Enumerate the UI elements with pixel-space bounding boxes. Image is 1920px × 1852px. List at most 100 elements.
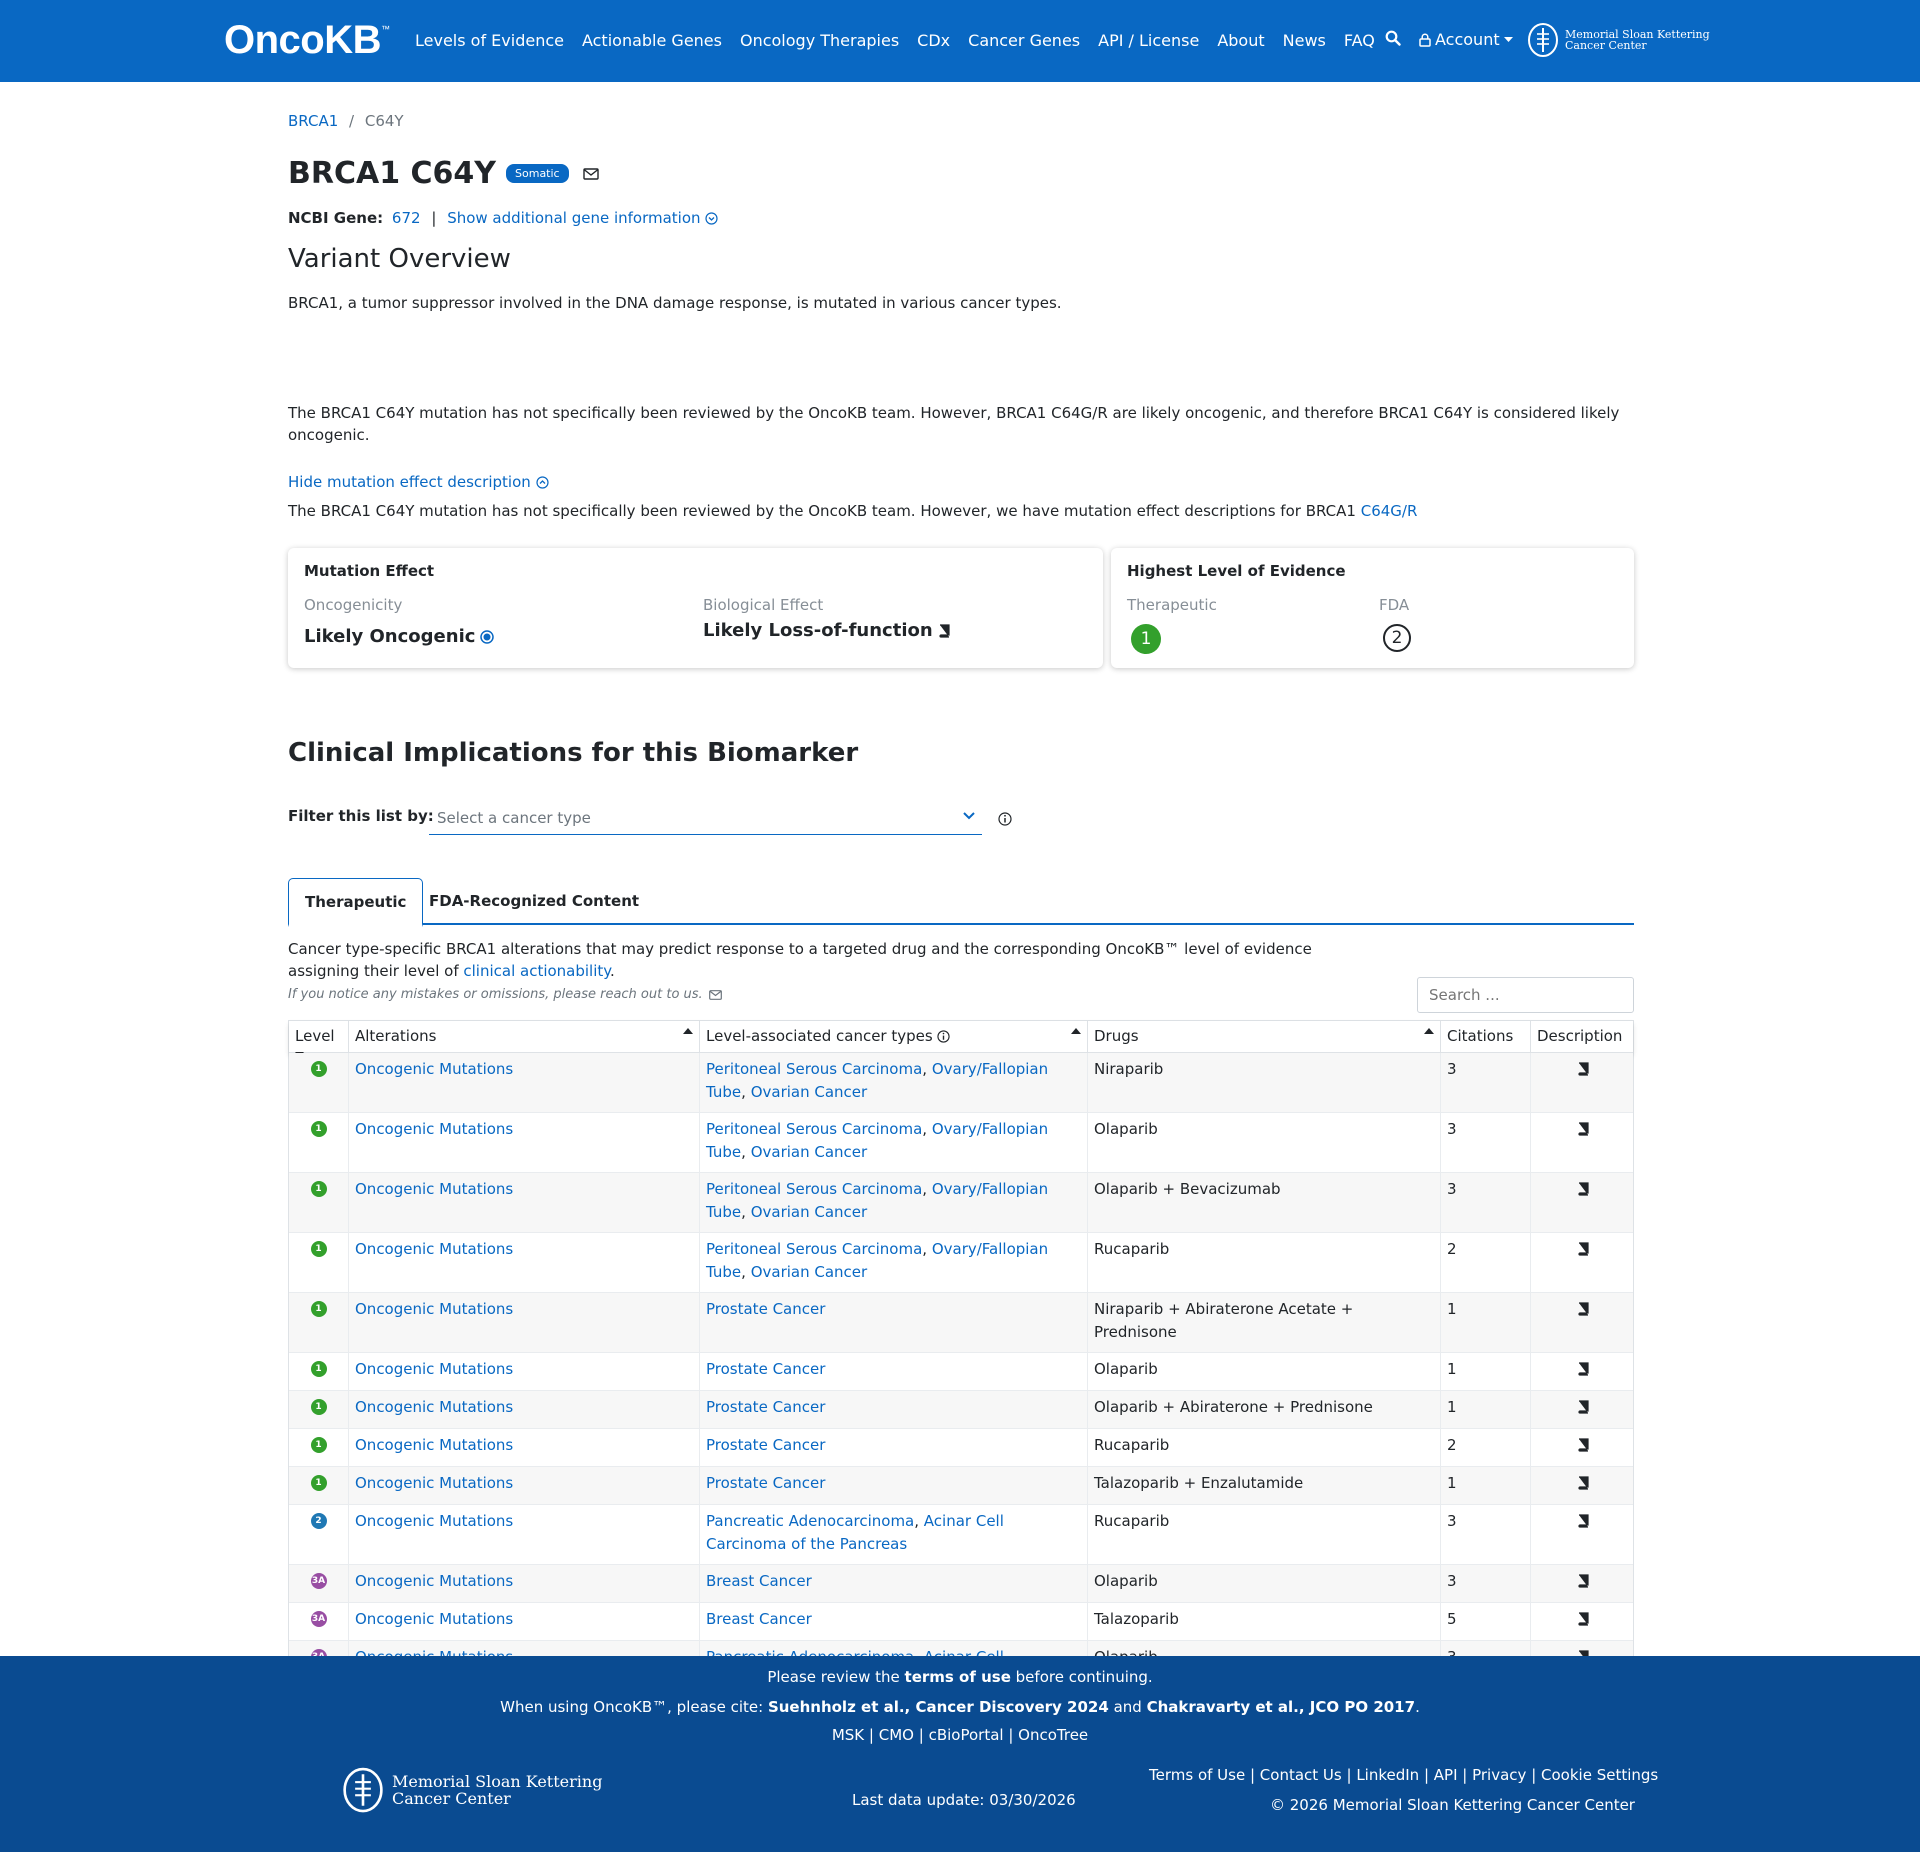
info-icon[interactable] [998,812,1012,826]
book-icon[interactable] [1577,1182,1589,1196]
book-icon[interactable] [938,623,950,638]
footer-api-link[interactable]: API [1434,1766,1458,1784]
footer-terms-link[interactable]: Terms of Use [1149,1766,1245,1784]
cancer-type-select[interactable]: Select a cancer type [429,801,982,835]
msk-logo[interactable]: Memorial Sloan Kettering Cancer Center [1527,22,1710,58]
nav-oncology-therapies[interactable]: Oncology Therapies [740,31,899,50]
cancer-type-link[interactable]: Prostate Cancer [706,1300,825,1318]
th-alterations[interactable]: Alterations [349,1021,700,1053]
cancer-type-link[interactable]: Ovarian Cancer [751,1083,868,1101]
level-3a-icon[interactable]: 3A [310,1573,327,1589]
envelope-icon[interactable] [708,989,722,1000]
nav-about[interactable]: About [1217,31,1264,50]
book-icon[interactable] [1577,1514,1589,1528]
alteration-link[interactable]: Oncogenic Mutations [355,1240,513,1258]
hide-mutation-effect-link[interactable]: Hide mutation effect description [288,473,549,491]
th-drugs[interactable]: Drugs [1088,1021,1441,1053]
level-1-icon[interactable]: 1 [310,1121,327,1137]
c64gr-link[interactable]: C64G/R [1361,502,1418,520]
cancer-type-link[interactable]: Ovarian Cancer [751,1263,868,1281]
cancer-type-link[interactable]: Prostate Cancer [706,1474,825,1492]
level-1-icon[interactable]: 1 [310,1399,327,1415]
footer-link-cmo[interactable]: CMO [879,1726,914,1744]
cancer-type-link[interactable]: Peritoneal Serous Carcinoma [706,1180,922,1198]
book-icon[interactable] [1577,1362,1589,1376]
cancer-type-link[interactable]: Prostate Cancer [706,1436,825,1454]
level-3a-icon[interactable]: 3A [310,1611,327,1627]
info-icon[interactable] [937,1030,951,1043]
envelope-icon[interactable] [582,167,599,180]
nav-cdx[interactable]: CDx [917,31,950,50]
book-icon[interactable] [1577,1438,1589,1452]
footer-link-oncotree[interactable]: OncoTree [1018,1726,1088,1744]
footer-contact-link[interactable]: Contact Us [1260,1766,1342,1784]
footer-linkedin-link[interactable]: LinkedIn [1356,1766,1419,1784]
footer-link-msk[interactable]: MSK [832,1726,864,1744]
show-gene-info-link[interactable]: Show additional gene information [447,209,718,227]
tab-fda-recognized-content[interactable]: FDA-Recognized Content [413,878,655,925]
cancer-type-link[interactable]: Breast Cancer [706,1572,812,1590]
book-icon[interactable] [1577,1612,1589,1626]
cancer-type-link[interactable]: Peritoneal Serous Carcinoma [706,1060,922,1078]
clinical-actionability-link[interactable]: clinical actionability [463,962,610,980]
level-1-icon[interactable]: 1 [310,1437,327,1453]
book-icon[interactable] [1577,1302,1589,1316]
level-1-icon[interactable]: 1 [310,1241,327,1257]
alteration-link[interactable]: Oncogenic Mutations [355,1398,513,1416]
nav-faq[interactable]: FAQ [1344,31,1375,50]
account-menu[interactable]: Account [1419,30,1513,49]
alteration-link[interactable]: Oncogenic Mutations [355,1436,513,1454]
level-1-icon[interactable]: 1 [310,1061,327,1077]
footer-privacy-link[interactable]: Privacy [1472,1766,1526,1784]
footer-cookie-settings-link[interactable]: Cookie Settings [1541,1766,1658,1784]
cancer-type-link[interactable]: Prostate Cancer [706,1398,825,1416]
search-icon[interactable] [1385,30,1401,46]
level-2-icon[interactable]: 2 [310,1513,327,1529]
alteration-link[interactable]: Oncogenic Mutations [355,1610,513,1628]
nav-levels-of-evidence[interactable]: Levels of Evidence [415,31,564,50]
cite-suehnholz-link[interactable]: Suehnholz et al., Cancer Discovery 2024 [768,1698,1109,1716]
book-icon[interactable] [1577,1062,1589,1076]
alteration-link[interactable]: Oncogenic Mutations [355,1360,513,1378]
cancer-type-link[interactable]: Ovarian Cancer [751,1143,868,1161]
cite-chakravarty-link[interactable]: Chakravarty et al., JCO PO 2017 [1147,1698,1416,1716]
nav-api-license[interactable]: API / License [1098,31,1199,50]
nav-news[interactable]: News [1283,31,1326,50]
book-icon[interactable] [1577,1122,1589,1136]
nav-actionable-genes[interactable]: Actionable Genes [582,31,722,50]
th-level[interactable]: Level [289,1021,349,1057]
oncokb-logo[interactable]: OncoKB™ [224,18,390,63]
tab-therapeutic[interactable]: Therapeutic [288,878,424,927]
cancer-type-link[interactable]: Breast Cancer [706,1610,812,1628]
cancer-type-link[interactable]: Pancreatic Adenocarcinoma [706,1512,914,1530]
level-1-icon[interactable]: 1 [310,1301,327,1317]
footer-msk-logo[interactable]: Memorial Sloan Kettering Cancer Center [342,1766,602,1814]
th-cancer-types[interactable]: Level-associated cancer types [700,1021,1088,1053]
cancer-type-link[interactable]: Peritoneal Serous Carcinoma [706,1240,922,1258]
book-icon[interactable] [1577,1242,1589,1256]
level-1-icon[interactable]: 1 [310,1475,327,1491]
alteration-link[interactable]: Oncogenic Mutations [355,1180,513,1198]
th-citations[interactable]: Citations [1441,1021,1531,1053]
cancer-type-link[interactable]: Peritoneal Serous Carcinoma [706,1120,922,1138]
alteration-link[interactable]: Oncogenic Mutations [355,1060,513,1078]
therapeutic-level-badge[interactable]: 1 [1131,624,1161,654]
ncbi-gene-link[interactable]: 672 [392,209,421,227]
cancer-type-link[interactable]: Prostate Cancer [706,1360,825,1378]
book-icon[interactable] [1577,1476,1589,1490]
alteration-link[interactable]: Oncogenic Mutations [355,1120,513,1138]
footer-link-cbioportal[interactable]: cBioPortal [929,1726,1004,1744]
cancer-type-link[interactable]: Ovarian Cancer [751,1203,868,1221]
alteration-link[interactable]: Oncogenic Mutations [355,1512,513,1530]
book-icon[interactable] [1577,1574,1589,1588]
table-search-input[interactable] [1417,977,1634,1013]
terms-of-use-link[interactable]: terms of use [905,1668,1011,1686]
nav-cancer-genes[interactable]: Cancer Genes [968,31,1080,50]
alteration-link[interactable]: Oncogenic Mutations [355,1572,513,1590]
level-1-icon[interactable]: 1 [310,1181,327,1197]
book-icon[interactable] [1577,1400,1589,1414]
fda-level-badge[interactable]: 2 [1383,624,1411,652]
breadcrumb-gene[interactable]: BRCA1 [288,112,338,130]
alteration-link[interactable]: Oncogenic Mutations [355,1300,513,1318]
level-1-icon[interactable]: 1 [310,1361,327,1377]
